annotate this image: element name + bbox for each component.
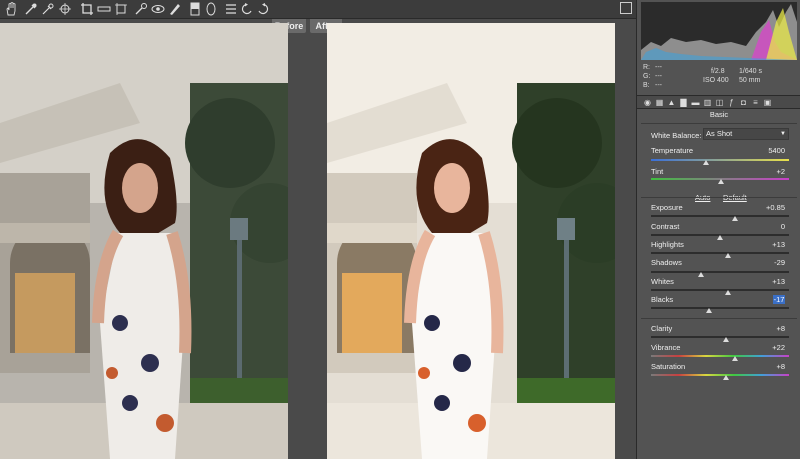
graduated-filter-icon[interactable] <box>188 2 202 16</box>
split-toning-icon[interactable]: ▬ <box>691 98 700 107</box>
eyedropper-icon[interactable] <box>41 2 55 16</box>
zoom-icon[interactable] <box>24 2 38 16</box>
tint-value[interactable]: +2 <box>755 167 785 176</box>
detail-icon[interactable]: ▲ <box>667 98 676 107</box>
highlights-slider-thumb[interactable] <box>725 253 732 258</box>
blacks-value[interactable]: -17 <box>773 295 785 304</box>
temperature-slider-track[interactable] <box>651 159 789 161</box>
saturation-label: Saturation <box>651 362 686 371</box>
chevron-down-icon: ▼ <box>780 131 786 137</box>
iso: ISO 400 <box>703 77 729 84</box>
preview-area: Before After <box>0 19 636 459</box>
straighten-icon[interactable] <box>97 2 111 16</box>
histogram <box>641 2 797 60</box>
snapshots-icon[interactable]: ▣ <box>763 98 772 107</box>
g-label: G: <box>643 73 651 80</box>
lens-corrections-icon[interactable]: ▥ <box>703 98 712 107</box>
vibrance-slider-track[interactable] <box>651 355 789 357</box>
divider <box>641 123 797 124</box>
clarity-value[interactable]: +8 <box>755 324 785 333</box>
after-photo <box>327 23 615 459</box>
divider <box>641 197 797 198</box>
clarity-label: Clarity <box>651 324 673 333</box>
blacks-slider-thumb[interactable] <box>705 308 712 313</box>
shadows-value[interactable]: -29 <box>755 258 785 267</box>
r-value: --- <box>655 64 662 71</box>
b-value: --- <box>655 82 662 89</box>
whites-value[interactable]: +13 <box>755 277 785 286</box>
b-label: B: <box>643 82 650 89</box>
tone-curve-icon[interactable]: ▦ <box>655 98 664 107</box>
g-value: --- <box>655 73 662 80</box>
saturation-value[interactable]: +8 <box>755 362 785 371</box>
exposure-slider-thumb[interactable] <box>732 216 739 221</box>
info-readout: R: --- G: --- B: --- f/2.8 1/640 s ISO 4… <box>641 62 797 92</box>
saturation-slider-thumb[interactable] <box>722 375 729 380</box>
temperature-value[interactable]: 5400 <box>755 146 785 155</box>
focal-length: 50 mm <box>739 77 761 84</box>
exposure-value[interactable]: +0.85 <box>755 203 785 212</box>
radial-filter-icon[interactable] <box>204 2 218 16</box>
shutter-speed: 1/640 s <box>739 68 762 75</box>
preferences-icon[interactable] <box>224 2 238 16</box>
target-adjust-icon[interactable] <box>58 2 72 16</box>
red-eye-icon[interactable] <box>151 2 165 16</box>
shadows-slider-thumb[interactable] <box>697 272 704 277</box>
vibrance-slider-thumb[interactable] <box>732 356 739 361</box>
vibrance-label: Vibrance <box>651 343 681 352</box>
shadows-label: Shadows <box>651 258 682 267</box>
highlights-slider-track[interactable] <box>651 252 789 254</box>
whites-slider-track[interactable] <box>651 289 789 291</box>
effects-icon[interactable]: ◫ <box>715 98 724 107</box>
clarity-slider-track[interactable] <box>651 336 789 338</box>
contrast-slider-thumb[interactable] <box>717 235 723 240</box>
crop-icon[interactable] <box>80 2 94 16</box>
whites-slider-thumb[interactable] <box>725 290 732 295</box>
hsl-icon[interactable]: ▇ <box>679 98 688 107</box>
adjustment-brush-icon[interactable] <box>168 2 182 16</box>
temperature-slider-thumb[interactable] <box>703 160 710 165</box>
tint-label: Tint <box>651 167 664 176</box>
exposure-label: Exposure <box>651 203 683 212</box>
hand-icon[interactable] <box>4 2 18 16</box>
whites-label: Whites <box>651 277 674 286</box>
aperture: f/2.8 <box>711 68 725 75</box>
divider <box>641 318 797 319</box>
adjustment-sidebar: R: --- G: --- B: --- f/2.8 1/640 s ISO 4… <box>636 0 800 459</box>
blacks-slider-track[interactable] <box>651 307 789 309</box>
rotate-right-icon[interactable] <box>256 2 270 16</box>
presets-icon[interactable]: ≡ <box>751 98 760 107</box>
tint-slider-thumb[interactable] <box>718 179 725 184</box>
basic-panel-icon[interactable]: ◉ <box>643 98 652 107</box>
spot-removal-icon[interactable] <box>134 2 148 16</box>
white-balance-select[interactable]: As Shot ▼ <box>703 128 789 140</box>
white-balance-label: White Balance: <box>651 131 702 140</box>
contrast-value[interactable]: 0 <box>755 222 785 231</box>
temperature-label: Temperature <box>651 146 694 155</box>
contrast-label: Contrast <box>651 222 680 231</box>
panel-title: Basic <box>709 110 729 119</box>
rotate-left-icon[interactable] <box>240 2 254 16</box>
before-photo <box>0 23 288 459</box>
r-label: R: <box>643 64 650 71</box>
panel-tabs: ◉ ▦ ▲ ▇ ▬ ▥ ◫ ƒ ◘ ≡ ▣ <box>637 95 800 109</box>
saturation-slider-track[interactable] <box>651 374 789 376</box>
open-image-icon[interactable] <box>620 2 632 14</box>
highlights-value[interactable]: +13 <box>755 240 785 249</box>
blacks-label: Blacks <box>651 295 674 304</box>
highlights-label: Highlights <box>651 240 684 249</box>
transform-icon[interactable] <box>114 2 128 16</box>
camera-calibration-icon[interactable]: ◘ <box>739 98 748 107</box>
shadows-slider-track[interactable] <box>651 271 789 273</box>
clarity-slider-thumb[interactable] <box>722 337 729 342</box>
white-balance-value: As Shot <box>706 129 733 138</box>
vibrance-value[interactable]: +22 <box>755 343 785 352</box>
exposure-slider-track[interactable] <box>651 215 789 217</box>
fx-icon[interactable]: ƒ <box>727 98 736 107</box>
